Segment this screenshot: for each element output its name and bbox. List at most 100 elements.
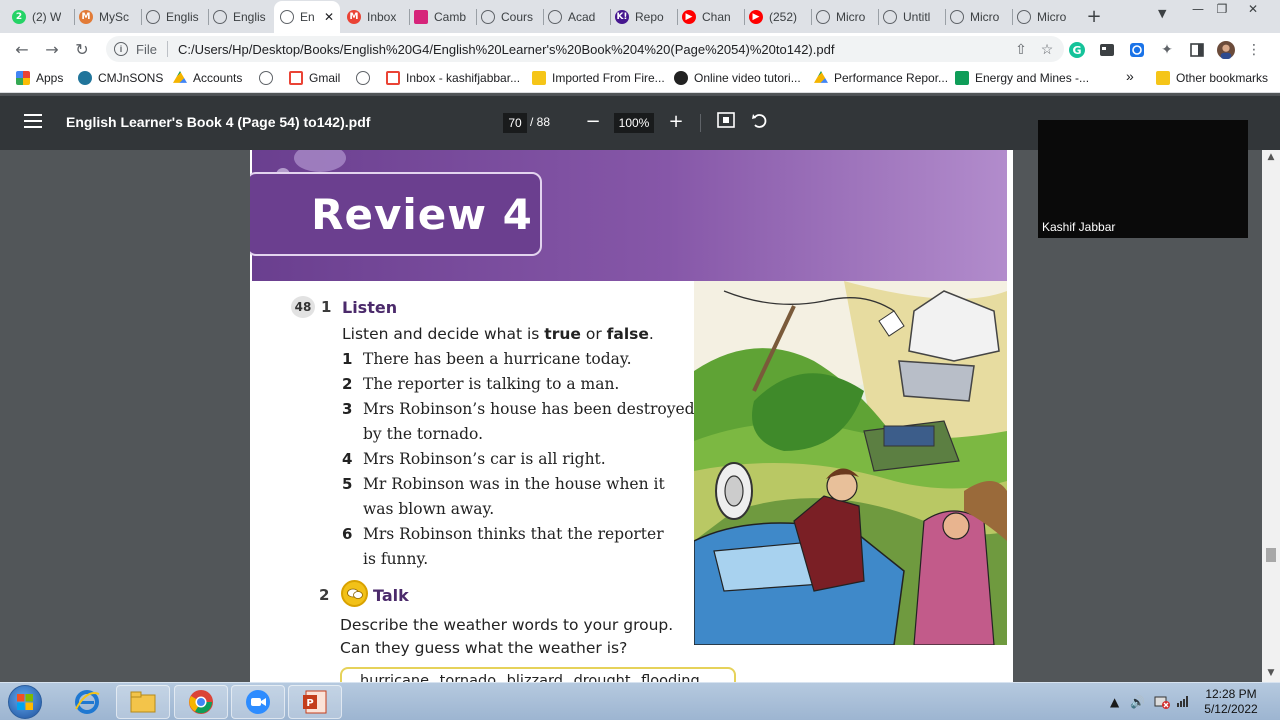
bookmark-8[interactable]: Online video tutori...	[674, 71, 801, 85]
other-bookmarks-folder[interactable]: Other bookmarks	[1156, 71, 1268, 85]
tab-1[interactable]: M MySc	[73, 4, 139, 29]
zoom-out-icon[interactable]: −	[582, 111, 604, 132]
bookmark-2[interactable]: Accounts	[173, 71, 242, 85]
new-tab-button[interactable]: +	[1084, 4, 1104, 28]
network-error-icon[interactable]	[1154, 695, 1170, 712]
statement-text: is funny.	[363, 550, 429, 568]
tab-9[interactable]: K! Repo	[609, 4, 675, 29]
tab-title: Micro	[970, 9, 1000, 24]
tab-7[interactable]: Cours	[475, 4, 541, 29]
bookmark-label: Accounts	[193, 71, 243, 85]
section-number: 2	[319, 586, 330, 604]
statement-text: The reporter is talking to a man.	[363, 375, 620, 393]
folder-icon	[1156, 71, 1170, 85]
gmail-icon	[386, 71, 400, 85]
bookmark-6[interactable]: Inbox - kashifjabbar...	[386, 71, 520, 85]
bookmark-label: CMJnSONS	[98, 71, 164, 85]
tab-title: (2) W	[32, 9, 62, 24]
powerpoint-icon[interactable]: P	[288, 685, 342, 719]
restore-icon[interactable]: ❐	[1211, 2, 1233, 16]
bookmark-1[interactable]: CMJnSONS	[78, 71, 163, 85]
tab-title: (252)	[769, 9, 798, 24]
tab-6[interactable]: Camb	[408, 4, 474, 29]
browser-toolbar: ← → ↻ i File C:/Users/Hp/Desktop/Books/E…	[0, 33, 1280, 65]
side-panel-icon[interactable]	[1188, 41, 1206, 59]
rotate-icon[interactable]	[749, 112, 771, 135]
bookmark-star-icon[interactable]: ☆	[1038, 40, 1056, 58]
taskbar-clock[interactable]: 12:28 PM 5/12/2022	[1196, 687, 1266, 717]
zoom-level-input[interactable]: 100%	[614, 113, 654, 133]
minimize-icon[interactable]: —	[1187, 2, 1209, 16]
gmail-icon	[289, 71, 303, 85]
tab-4[interactable]: En ✕	[274, 1, 340, 33]
tornado-illustration	[694, 281, 1007, 645]
pdf-page: Review 4 48 1 Listen Listen and decide w…	[250, 150, 1013, 682]
file-explorer-icon[interactable]	[116, 685, 170, 719]
profile-avatar[interactable]	[1217, 41, 1235, 59]
tab-title: Repo	[635, 9, 664, 24]
bookmark-label: Apps	[36, 71, 64, 85]
section-title-listen: Listen	[342, 298, 398, 317]
url-text[interactable]: C:/Users/Hp/Desktop/Books/English%20G4/E…	[178, 42, 1012, 57]
bookmark-0[interactable]: Apps	[16, 71, 63, 85]
reload-icon[interactable]: ↻	[72, 39, 92, 59]
scroll-up-arrow-icon[interactable]: ▲	[1266, 152, 1276, 162]
vertical-scrollbar[interactable]: ▲ ▼	[1262, 150, 1280, 682]
blue-extension-icon[interactable]	[1128, 41, 1146, 59]
bookmark-9[interactable]: Performance Repor...	[814, 71, 948, 85]
zoom-in-icon[interactable]: +	[665, 111, 687, 132]
close-tab-icon[interactable]: ✕	[324, 10, 334, 24]
hamburger-menu-icon[interactable]	[24, 114, 42, 128]
tab-12[interactable]: Micro	[810, 4, 876, 29]
scroll-down-arrow-icon[interactable]: ▼	[1266, 668, 1276, 678]
tab-14[interactable]: Micro	[944, 4, 1010, 29]
other-bookmarks-label: Other bookmarks	[1176, 71, 1269, 85]
globe-icon	[146, 9, 160, 24]
audio-track-badge: 48	[291, 296, 315, 318]
tab-13[interactable]: Untitl	[877, 4, 943, 29]
tab-search-chevron-icon[interactable]: ▼	[1158, 7, 1166, 20]
statement-text: by the tornado.	[363, 425, 484, 443]
bookmark-10[interactable]: Energy and Mines -...	[955, 71, 1089, 85]
address-bar[interactable]: i File C:/Users/Hp/Desktop/Books/English…	[106, 36, 1064, 62]
start-button[interactable]	[8, 685, 42, 719]
scrollbar-thumb[interactable]	[1266, 548, 1276, 562]
statement-text: Mrs Robinson’s car is all right.	[363, 450, 606, 468]
screen-recorder-extension-icon[interactable]	[1098, 41, 1116, 59]
webcam-overlay: Kashif Jabbar	[1038, 120, 1248, 238]
grammarly-extension-icon[interactable]: G	[1068, 41, 1086, 59]
tab-title: Cours	[501, 9, 534, 24]
tab-5[interactable]: M Inbox	[341, 4, 407, 29]
share-icon[interactable]: ⇧	[1012, 40, 1030, 58]
tab-10[interactable]: ▶ Chan	[676, 4, 742, 29]
bookmark-3[interactable]	[259, 71, 273, 85]
tab-3[interactable]: Englis	[207, 4, 273, 29]
extensions-puzzle-icon[interactable]: ✦	[1158, 41, 1176, 59]
section-title-talk: Talk	[373, 586, 409, 605]
page-number-input[interactable]: 70	[503, 113, 527, 133]
listen-instruction: Listen and decide what is true or false.	[342, 325, 654, 343]
tab-title: Camb	[434, 9, 467, 24]
bookmarks-overflow-chevron[interactable]: »	[1126, 68, 1134, 84]
tab-8[interactable]: Acad	[542, 4, 608, 29]
tab-2[interactable]: Englis	[140, 4, 206, 29]
bookmark-7[interactable]: Imported From Fire...	[532, 71, 665, 85]
zoom-app-icon[interactable]	[231, 685, 285, 719]
bookmark-5[interactable]	[356, 71, 370, 85]
fit-to-page-icon[interactable]	[715, 112, 737, 133]
bookmark-4[interactable]: Gmail	[289, 71, 340, 85]
page-total-label: / 88	[530, 115, 551, 129]
back-arrow-icon[interactable]: ←	[12, 39, 32, 59]
site-info-icon[interactable]: i	[114, 42, 128, 56]
forward-arrow-icon[interactable]: →	[42, 39, 62, 59]
tab-15[interactable]: Micro	[1011, 4, 1077, 29]
internet-explorer-icon[interactable]	[60, 685, 114, 719]
show-hidden-icons-icon[interactable]: ▲	[1110, 695, 1119, 709]
tab-0[interactable]: 2 (2) W	[6, 4, 72, 29]
signal-bars-icon[interactable]	[1176, 695, 1190, 710]
close-window-icon[interactable]: ✕	[1242, 2, 1264, 16]
kebab-menu-icon[interactable]: ⋮	[1245, 41, 1263, 59]
tab-11[interactable]: ▶ (252)	[743, 4, 809, 29]
volume-icon[interactable]: 🔊	[1130, 695, 1145, 709]
chrome-icon[interactable]	[174, 685, 228, 719]
